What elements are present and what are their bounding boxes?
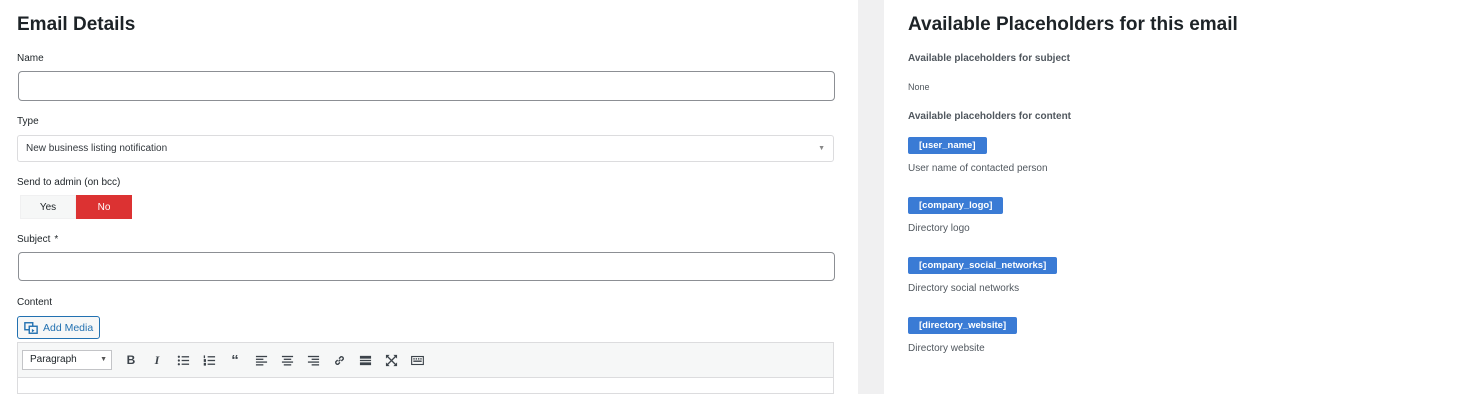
align-left-button[interactable]: [248, 349, 274, 371]
name-label: Name: [17, 53, 44, 64]
name-input[interactable]: [18, 71, 835, 101]
placeholder-tag[interactable]: [directory_website]: [908, 317, 1018, 334]
send-admin-label: Send to admin (on bcc): [17, 177, 121, 188]
align-right-button[interactable]: [300, 349, 326, 371]
numbered-list-icon: [203, 354, 215, 366]
keyboard-icon: [410, 355, 424, 365]
subject-label-text: Subject: [17, 234, 51, 245]
align-center-icon: [281, 355, 293, 366]
chevron-down-icon: ▼: [100, 356, 107, 363]
toggle-no-button[interactable]: No: [76, 195, 132, 219]
type-select-value: New business listing notification: [26, 143, 168, 154]
send-admin-toggle: Yes No: [20, 195, 132, 219]
format-select-value: Paragraph: [30, 354, 77, 365]
editor-toolbar: Paragraph ▼ B I “: [18, 343, 833, 377]
subject-placeholders-heading: Available placeholders for subject: [908, 53, 1070, 64]
chevron-down-icon: ▼: [818, 145, 825, 152]
add-media-label: Add Media: [43, 321, 94, 334]
insert-link-button[interactable]: [326, 349, 352, 371]
placeholder-description: Directory website: [908, 343, 985, 354]
numbered-list-button[interactable]: [196, 349, 222, 371]
editor-body[interactable]: [18, 377, 833, 393]
subject-input[interactable]: [18, 252, 835, 281]
placeholders-title: Available Placeholders for this email: [908, 14, 1238, 35]
fullscreen-icon: [385, 354, 397, 366]
add-media-button[interactable]: Add Media: [17, 316, 101, 339]
blockquote-button[interactable]: “: [222, 349, 248, 371]
format-select[interactable]: Paragraph ▼: [22, 350, 112, 370]
toolbar-toggle-button[interactable]: [404, 349, 430, 371]
placeholder-description: Directory logo: [908, 223, 970, 234]
email-template-page: Email Details Name Type New business lis…: [0, 0, 1460, 394]
placeholder-tag[interactable]: [user_name]: [908, 137, 987, 154]
email-details-panel: Email Details Name Type New business lis…: [0, 0, 858, 394]
content-label: Content: [17, 297, 53, 308]
subject-label: Subject *: [17, 234, 58, 245]
type-select[interactable]: New business listing notification ▼: [17, 135, 834, 162]
read-more-button[interactable]: [352, 349, 378, 371]
required-mark: *: [54, 234, 59, 245]
panel-divider: [858, 0, 884, 394]
email-details-title: Email Details: [17, 14, 136, 35]
media-icon: [24, 321, 38, 334]
placeholder-description: Directory social networks: [908, 283, 1020, 294]
italic-button[interactable]: I: [144, 349, 170, 371]
read-more-icon: [359, 355, 371, 365]
align-left-icon: [255, 355, 267, 366]
bulleted-list-icon: [177, 355, 189, 365]
fullscreen-button[interactable]: [378, 349, 404, 371]
bulleted-list-button[interactable]: [170, 349, 196, 371]
placeholder-tag[interactable]: [company_social_networks]: [908, 257, 1058, 274]
content-placeholders-heading: Available placeholders for content: [908, 111, 1072, 122]
placeholders-panel: Available Placeholders for this email Av…: [884, 0, 1460, 394]
bold-button[interactable]: B: [118, 349, 144, 371]
align-center-button[interactable]: [274, 349, 300, 371]
link-icon: [334, 355, 344, 365]
toggle-yes-button[interactable]: Yes: [20, 195, 76, 219]
placeholder-description: User name of contacted person: [908, 163, 1048, 174]
align-right-icon: [307, 355, 319, 366]
bold-icon: B: [126, 353, 136, 367]
subject-placeholders-none: None: [908, 82, 930, 92]
blockquote-icon: “: [231, 351, 239, 369]
placeholder-tag[interactable]: [company_logo]: [908, 197, 1004, 214]
type-label: Type: [17, 116, 39, 127]
content-editor: Paragraph ▼ B I “: [17, 342, 834, 394]
italic-icon: I: [154, 352, 160, 367]
